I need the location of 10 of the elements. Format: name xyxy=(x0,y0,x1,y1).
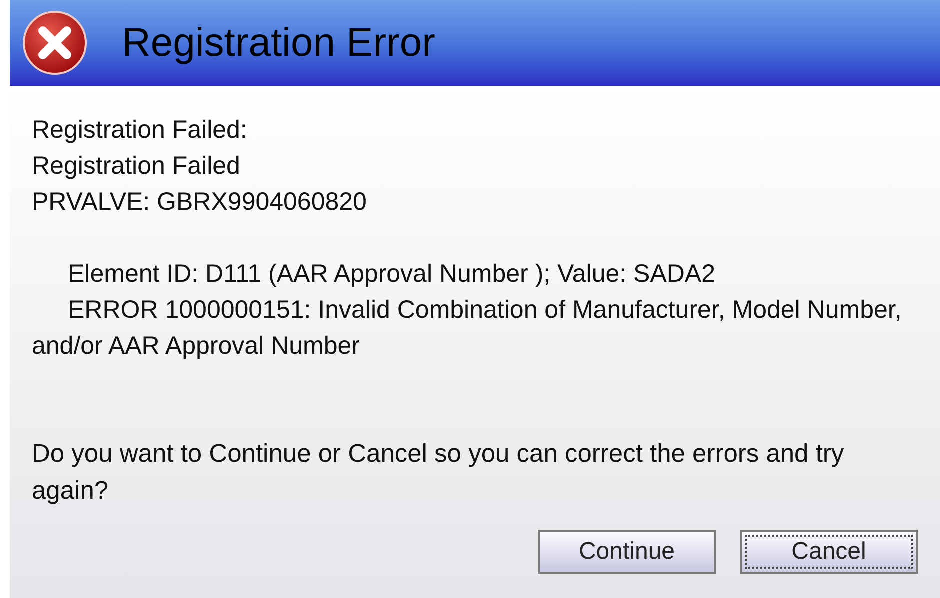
message-text: ERROR 1000000151: Invalid Combination of Manufacturer, Model Number, and/or AAR Approval Number xyxy=(32,295,903,362)
dialog-title: Registration Error xyxy=(122,23,436,63)
message-text: Registration Failed: xyxy=(32,115,248,146)
dialog-button[interactable]: Cancel xyxy=(740,530,918,574)
message-text: Element ID: D111 (AAR Approval Number ); Value: SADA2 xyxy=(67,259,716,290)
error-icon xyxy=(22,10,88,76)
message-text: Registration Failed xyxy=(32,151,242,182)
message-text: PRVALVE: GBRX9904060820 xyxy=(32,187,368,218)
dialog-button[interactable]: Continue xyxy=(538,530,716,574)
question-text: Do you want to Continue or Cancel so you can correct the errors and try again? xyxy=(32,439,846,507)
